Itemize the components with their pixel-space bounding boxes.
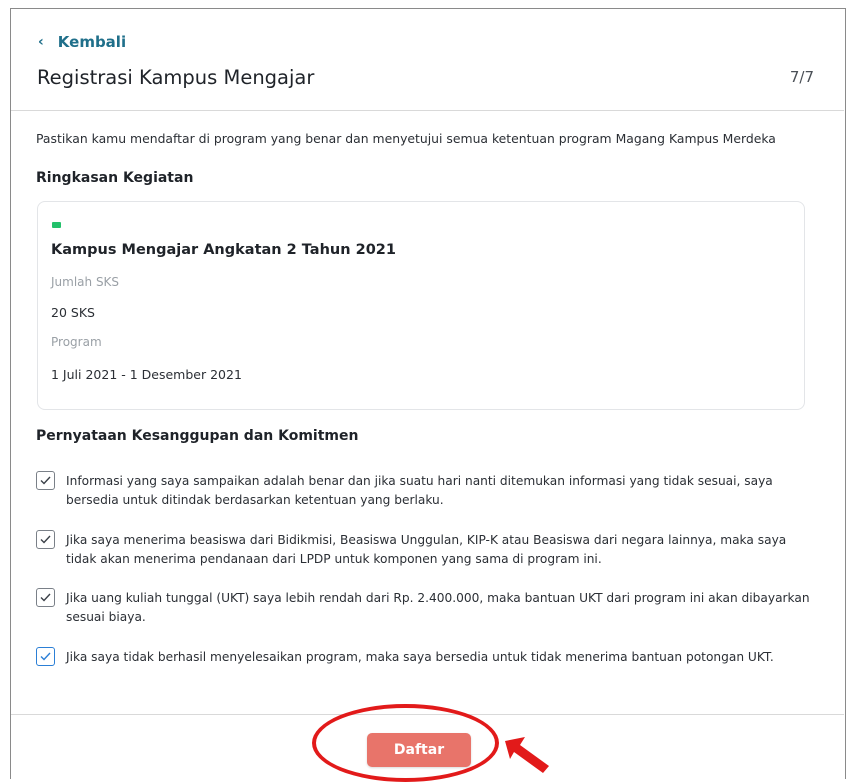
intro-text: Pastikan kamu mendaftar di program yang … bbox=[36, 131, 776, 146]
summary-heading: Ringkasan Kegiatan bbox=[36, 170, 194, 186]
program-period: 1 Juli 2021 - 1 Desember 2021 bbox=[51, 367, 242, 382]
arrow-icon bbox=[505, 737, 549, 773]
flag-icon bbox=[52, 222, 61, 228]
commitment-text: Jika uang kuliah tunggal (UKT) saya lebi… bbox=[66, 591, 810, 624]
chevron-left-icon: ‹ bbox=[38, 34, 44, 50]
program-title: Kampus Mengajar Angkatan 2 Tahun 2021 bbox=[51, 242, 396, 258]
check-icon bbox=[40, 535, 51, 544]
checkbox[interactable] bbox=[36, 471, 55, 490]
check-icon bbox=[40, 652, 51, 661]
step-indicator: 7/7 bbox=[789, 68, 814, 86]
program-label: Program bbox=[51, 335, 102, 349]
summary-card: Kampus Mengajar Angkatan 2 Tahun 2021 Ju… bbox=[37, 201, 805, 410]
commitment-text: Informasi yang saya sampaikan adalah ben… bbox=[66, 474, 773, 507]
checkbox[interactable] bbox=[36, 588, 55, 607]
checkbox[interactable] bbox=[36, 530, 55, 549]
commitment-text: Jika saya tidak berhasil menyelesaikan p… bbox=[66, 650, 774, 664]
sks-label: Jumlah SKS bbox=[51, 275, 120, 289]
checkbox[interactable] bbox=[36, 647, 55, 666]
sks-value: 20 SKS bbox=[51, 305, 95, 320]
page-title: Registrasi Kampus Mengajar bbox=[37, 66, 315, 89]
daftar-button[interactable]: Daftar bbox=[367, 733, 471, 767]
commitment-text: Jika saya menerima beasiswa dari Bidikmi… bbox=[66, 533, 787, 566]
commitment-heading: Pernyataan Kesanggupan dan Komitmen bbox=[36, 428, 359, 444]
check-icon bbox=[40, 476, 51, 485]
header-divider bbox=[11, 110, 844, 111]
back-label: Kembali bbox=[57, 33, 127, 51]
back-link[interactable]: ‹ Kembali bbox=[38, 33, 126, 51]
footer-divider bbox=[11, 714, 844, 715]
check-icon bbox=[40, 593, 51, 602]
